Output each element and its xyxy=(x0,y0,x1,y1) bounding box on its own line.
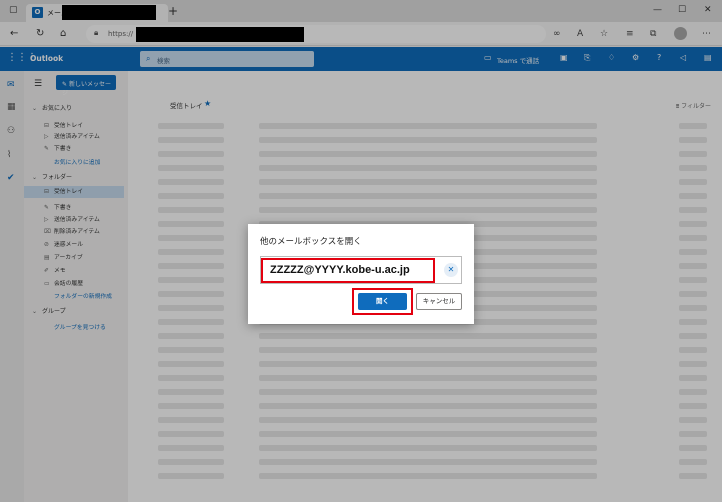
highlight-box-open xyxy=(352,288,413,315)
dialog-title: 他のメールボックスを開く xyxy=(260,237,362,247)
highlight-box-input xyxy=(261,258,435,283)
clear-icon[interactable]: ✕ xyxy=(444,263,458,277)
open-mailbox-dialog: 他のメールボックスを開く ZZZZZ@YYYY.kobe-u.ac.jp ✕ 開… xyxy=(248,224,474,324)
cancel-button[interactable]: キャンセル xyxy=(416,293,462,310)
